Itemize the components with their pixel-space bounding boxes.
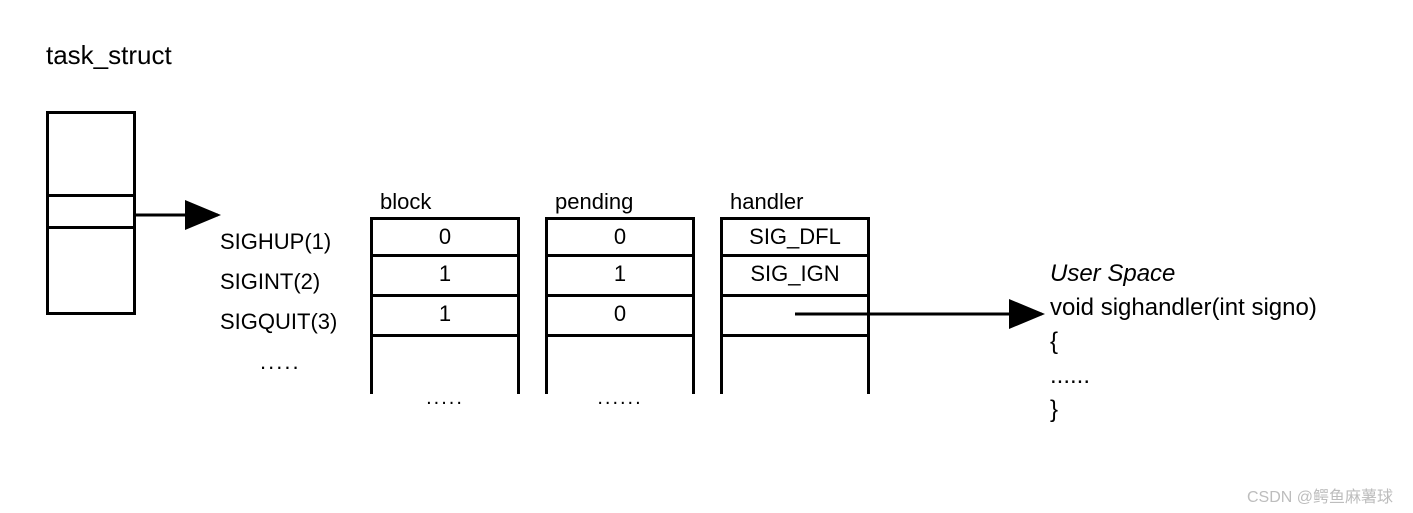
struct-cell-bottom: [46, 229, 136, 315]
user-space-block: User Space void sighandler(int signo) { …: [1050, 257, 1317, 427]
block-cell: 0: [370, 217, 520, 257]
block-cell: 1: [370, 257, 520, 297]
handler-table: handler SIG_DFL SIG_IGN: [720, 217, 870, 337]
struct-cell-pointer: [46, 197, 136, 229]
block-table: block 0 1 1 .....: [370, 217, 520, 337]
pending-cell: 1: [545, 257, 695, 297]
handler-cell: [720, 297, 870, 337]
struct-cell-top: [46, 111, 136, 197]
block-ellipsis: .....: [426, 387, 464, 410]
watermark: CSDN @鳄鱼麻薯球: [1247, 483, 1393, 507]
handler-cell: SIG_DFL: [720, 217, 870, 257]
block-cell: 1: [370, 297, 520, 337]
handler-cell: SIG_IGN: [720, 257, 870, 297]
userspace-code-line: }: [1050, 393, 1317, 427]
userspace-code-line: ......: [1050, 359, 1317, 393]
signal-row-labels: SIGHUP(1) SIGINT(2) SIGQUIT(3) .....: [220, 222, 337, 382]
signal-ellipsis: .....: [220, 342, 337, 382]
signal-label: SIGHUP(1): [220, 222, 337, 262]
userspace-code-line: void sighandler(int signo): [1050, 291, 1317, 325]
pending-cell: 0: [545, 297, 695, 337]
block-header: block: [380, 189, 431, 215]
pending-table: pending 0 1 0 ......: [545, 217, 695, 337]
handler-header: handler: [730, 189, 803, 215]
signal-label: SIGQUIT(3): [220, 302, 337, 342]
diagram-title: task_struct: [46, 40, 172, 71]
userspace-code-line: {: [1050, 325, 1317, 359]
task-struct-box: [46, 111, 136, 315]
pending-cell: 0: [545, 217, 695, 257]
signal-label: SIGINT(2): [220, 262, 337, 302]
userspace-title: User Space: [1050, 257, 1317, 291]
pending-ellipsis: ......: [597, 387, 642, 410]
pending-header: pending: [555, 189, 633, 215]
